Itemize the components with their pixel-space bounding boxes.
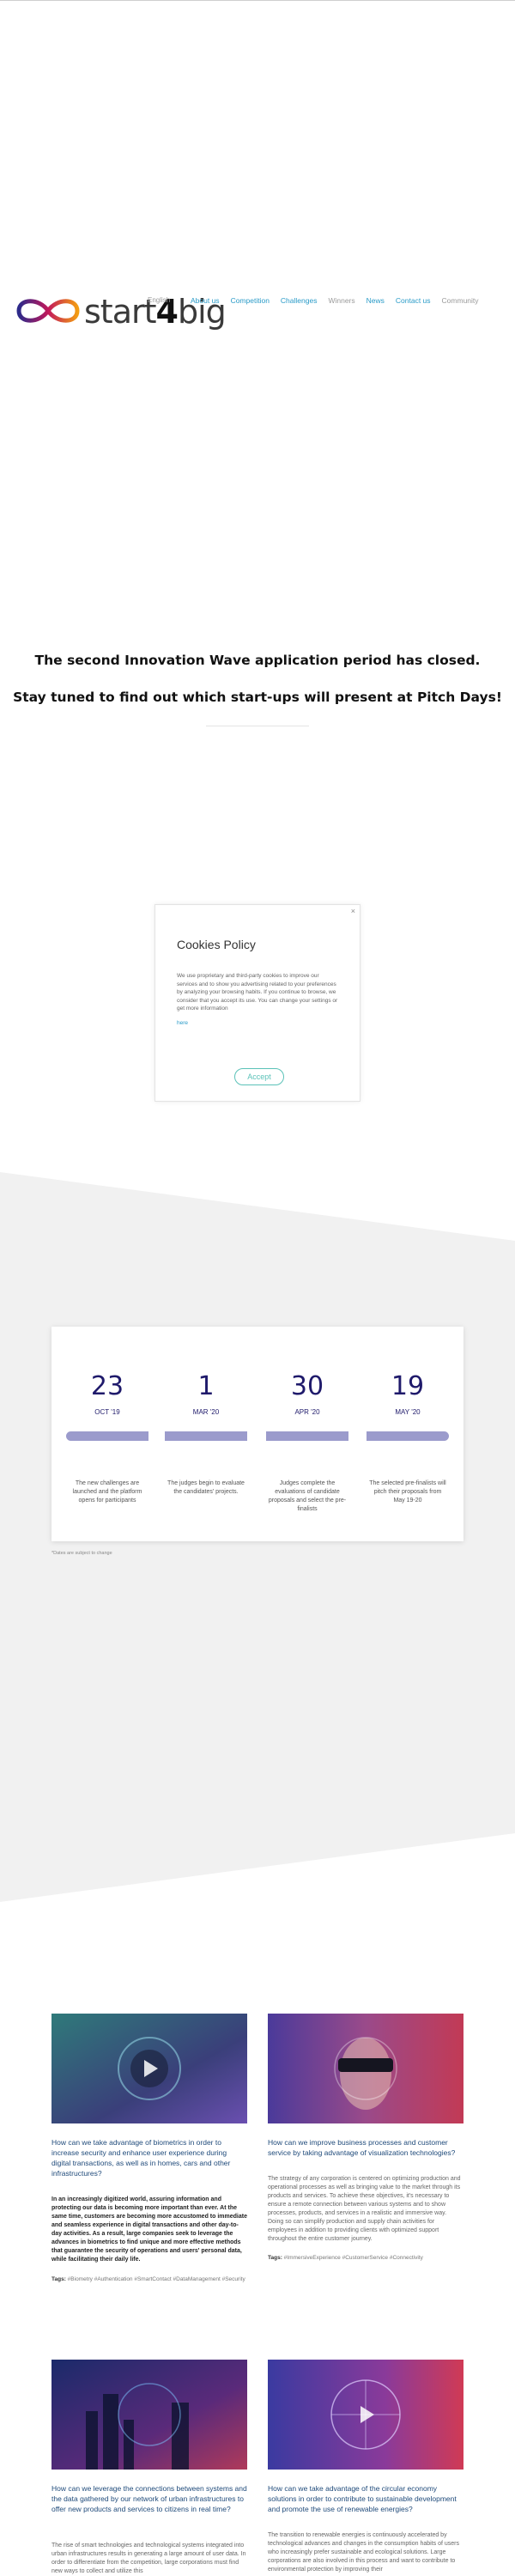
cookie-text: We use proprietary and third-party cooki… [177, 973, 338, 1012]
tags-label: Tags: [268, 2255, 282, 2261]
article-video-thumbnail[interactable] [52, 2014, 247, 2123]
close-icon[interactable]: × [351, 907, 355, 915]
article-body: The transition to renewable energies is … [268, 2532, 459, 2573]
tags-list[interactable]: #Biometry #Authentication #SmartContact … [68, 2276, 245, 2282]
timeline-day: 19 [391, 1371, 425, 1401]
timeline-card: 23 OCT '19 The new challenges are launch… [52, 1327, 464, 1541]
main-nav: About us Competition Challenges Winners … [191, 296, 479, 305]
timeline-step: 19 MAY '20 The selected pre-finalists wi… [365, 1327, 451, 1541]
accept-cookies-button[interactable]: Accept [234, 1068, 284, 1085]
timeline-month: MAY '20 [395, 1408, 421, 1416]
timeline-month: MAR '20 [192, 1408, 220, 1416]
timeline-description: The judges begin to evaluate the candida… [167, 1480, 245, 1495]
timeline-description: Judges complete the evaluations of candi… [268, 1480, 347, 1512]
article-title[interactable]: How can we take advantage of biometrics … [52, 2137, 247, 2178]
article-body: The strategy of any corporation is cente… [268, 2176, 461, 2242]
timeline-description: The selected pre-finalists will pitch th… [369, 1480, 446, 1504]
start4big-logo[interactable]: start4big [14, 289, 227, 336]
article-title[interactable]: How can we leverage the connections betw… [52, 2483, 247, 2514]
nav-contact-us[interactable]: Contact us [396, 296, 431, 305]
nav-news[interactable]: News [367, 296, 385, 305]
timeline-description: The new challenges are launched and the … [72, 1480, 142, 1504]
article-body: In an increasingly digitized world, assu… [52, 2196, 247, 2263]
article-title[interactable]: How can we improve business processes an… [268, 2137, 464, 2158]
article-tags: Tags: #ImmersiveExperience #CustomerServ… [268, 2254, 464, 2262]
timeline-month: APR '20 [294, 1408, 320, 1416]
site-header: start4big English About us Competition C… [0, 279, 515, 346]
article-tags: Tags: #Biometry #Authentication #SmartCo… [52, 2275, 247, 2283]
timeline-step: 23 OCT '19 The new challenges are launch… [64, 1327, 150, 1541]
timeline-bar [165, 1431, 247, 1441]
timeline-day: 30 [290, 1371, 324, 1401]
cookie-title: Cookies Policy [177, 938, 256, 951]
logo-prefix: start [84, 293, 157, 331]
top-border [0, 0, 515, 3]
ferris-wheel-image [268, 2360, 464, 2470]
article-body: The rise of smart technologies and techn… [52, 2543, 246, 2574]
timeline-step: 30 APR '20 Judges complete the evaluatio… [264, 1327, 350, 1541]
tags-label: Tags: [52, 2276, 66, 2282]
timeline-month: OCT '19 [94, 1408, 120, 1416]
hero-title: The second Innovation Wave application p… [34, 653, 481, 668]
nav-about-us[interactable]: About us [191, 296, 220, 305]
biometrics-image [52, 2014, 247, 2123]
timeline-bar [66, 1431, 148, 1441]
timeline-day: 1 [197, 1371, 215, 1401]
infinity-logo-icon [16, 299, 80, 323]
timeline-step: 1 MAR '20 The judges begin to evaluate t… [163, 1327, 249, 1541]
vr-headset-image [268, 2014, 464, 2123]
article-video-thumbnail[interactable] [268, 2014, 464, 2123]
cookie-more-info-link[interactable]: here [177, 1020, 188, 1026]
timeline-bar [367, 1431, 449, 1441]
nav-winners[interactable]: Winners [328, 296, 354, 305]
smart-city-image [52, 2360, 247, 2470]
article-video-thumbnail[interactable] [268, 2360, 464, 2470]
article-video-thumbnail[interactable] [52, 2360, 247, 2470]
hero-subtitle: Stay tuned to find out which start-ups w… [13, 690, 502, 705]
tags-list[interactable]: #ImmersiveExperience #CustomerService #C… [284, 2255, 423, 2261]
timeline-bar [266, 1431, 348, 1441]
timeline-day: 23 [90, 1371, 124, 1401]
article-title[interactable]: How can we take advantage of the circula… [268, 2483, 464, 2514]
cookie-policy-modal: × Cookies Policy We use proprietary and … [154, 904, 360, 1102]
nav-competition[interactable]: Competition [231, 296, 270, 305]
nav-community[interactable]: Community [442, 296, 479, 305]
timeline-disclaimer: *Dates are subject to change [52, 1551, 112, 1556]
nav-challenges[interactable]: Challenges [281, 296, 318, 305]
language-selector[interactable]: English [148, 296, 170, 304]
